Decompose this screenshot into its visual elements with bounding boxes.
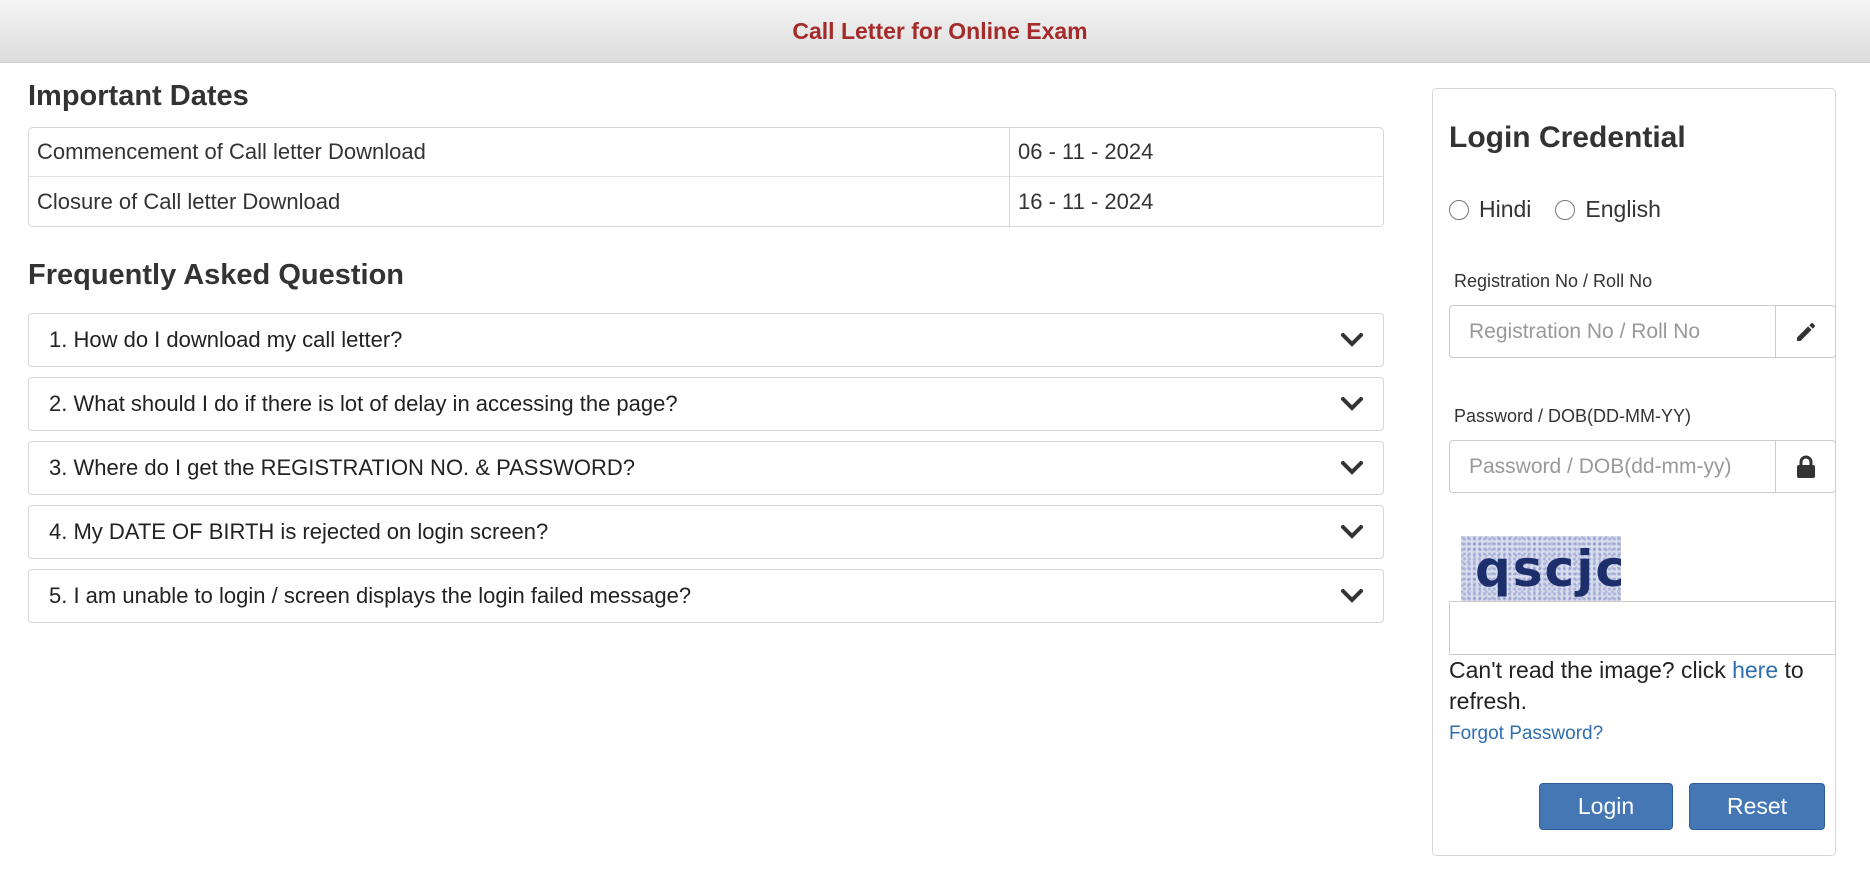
faq-item-5[interactable]: 5. I am unable to login / screen display…	[28, 569, 1384, 623]
login-title: Login Credential	[1449, 121, 1686, 154]
radio-label-english: English	[1585, 196, 1661, 222]
important-dates-heading: Important Dates	[28, 80, 249, 112]
pencil-icon	[1796, 322, 1815, 341]
radio-english[interactable]	[1555, 199, 1576, 220]
faq-item-2[interactable]: 2. What should I do if there is lot of d…	[28, 377, 1384, 431]
registration-addon	[1775, 305, 1836, 358]
faq-question: 4. My DATE OF BIRTH is rejected on login…	[49, 519, 549, 544]
date-value: 06 - 11 - 2024	[1009, 128, 1383, 177]
faq-item-1[interactable]: 1. How do I download my call letter?	[28, 313, 1384, 367]
password-addon	[1775, 440, 1836, 493]
forgot-password-link[interactable]: Forgot Password?	[1449, 723, 1603, 745]
date-label: Commencement of Call letter Download	[29, 128, 1009, 177]
date-label: Closure of Call letter Download	[37, 188, 341, 214]
refresh-hint-prefix: Can't read the image? click	[1449, 657, 1733, 683]
chevron-down-icon	[1341, 589, 1363, 603]
password-label: Password / DOB(DD-MM-YY)	[1454, 406, 1692, 426]
faq-question: 1. How do I download my call letter?	[49, 327, 403, 352]
date-value: 16 - 11 - 2024	[1009, 177, 1383, 226]
captcha-input[interactable]	[1449, 601, 1836, 655]
radio-label-hindi: Hindi	[1479, 196, 1532, 222]
chevron-down-icon	[1341, 397, 1363, 411]
faq-question: 2. What should I do if there is lot of d…	[49, 391, 678, 416]
faq-question: 5. I am unable to login / screen display…	[49, 583, 692, 608]
captcha-refresh-link[interactable]: here	[1732, 657, 1778, 683]
captcha-text: qscjc	[1475, 540, 1621, 598]
registration-group	[1449, 305, 1836, 358]
chevron-down-icon	[1341, 461, 1363, 475]
chevron-down-icon	[1341, 525, 1363, 539]
registration-input[interactable]	[1449, 305, 1775, 358]
faq-item-4[interactable]: 4. My DATE OF BIRTH is rejected on login…	[28, 505, 1384, 559]
faq-question: 3. Where do I get the REGISTRATION NO. &…	[49, 455, 636, 480]
table-row: Commencement of Call letter Download 06 …	[29, 128, 1383, 177]
password-group	[1449, 440, 1836, 493]
reset-button[interactable]: Reset	[1689, 783, 1825, 830]
table-row: Closure of Call letter Download 16 - 11 …	[29, 177, 1383, 226]
registration-label: Registration No / Roll No	[1454, 271, 1653, 291]
info-column: Important Dates Commencement of Call let…	[28, 78, 1384, 633]
login-button[interactable]: Login	[1539, 783, 1673, 830]
password-input[interactable]	[1449, 440, 1775, 493]
lock-icon	[1796, 455, 1815, 478]
top-header-bar: Call Letter for Online Exam	[0, 0, 1870, 63]
chevron-down-icon	[1341, 333, 1363, 347]
language-selector: Hindi English	[1449, 196, 1685, 223]
page-title: Call Letter for Online Exam	[792, 17, 1088, 44]
radio-hindi[interactable]	[1449, 199, 1469, 220]
captcha-refresh-hint: Can't read the image? click here to refr…	[1449, 655, 1829, 717]
faq-item-3[interactable]: 3. Where do I get the REGISTRATION NO. &…	[28, 441, 1384, 495]
faq-heading: Frequently Asked Question	[28, 259, 404, 291]
captcha-image: qscjc	[1461, 536, 1621, 602]
login-panel: Login Credential Hindi English Registrat…	[1432, 88, 1836, 856]
important-dates-table: Commencement of Call letter Download 06 …	[28, 127, 1384, 227]
faq-accordion: 1. How do I download my call letter? 2. …	[28, 313, 1384, 623]
